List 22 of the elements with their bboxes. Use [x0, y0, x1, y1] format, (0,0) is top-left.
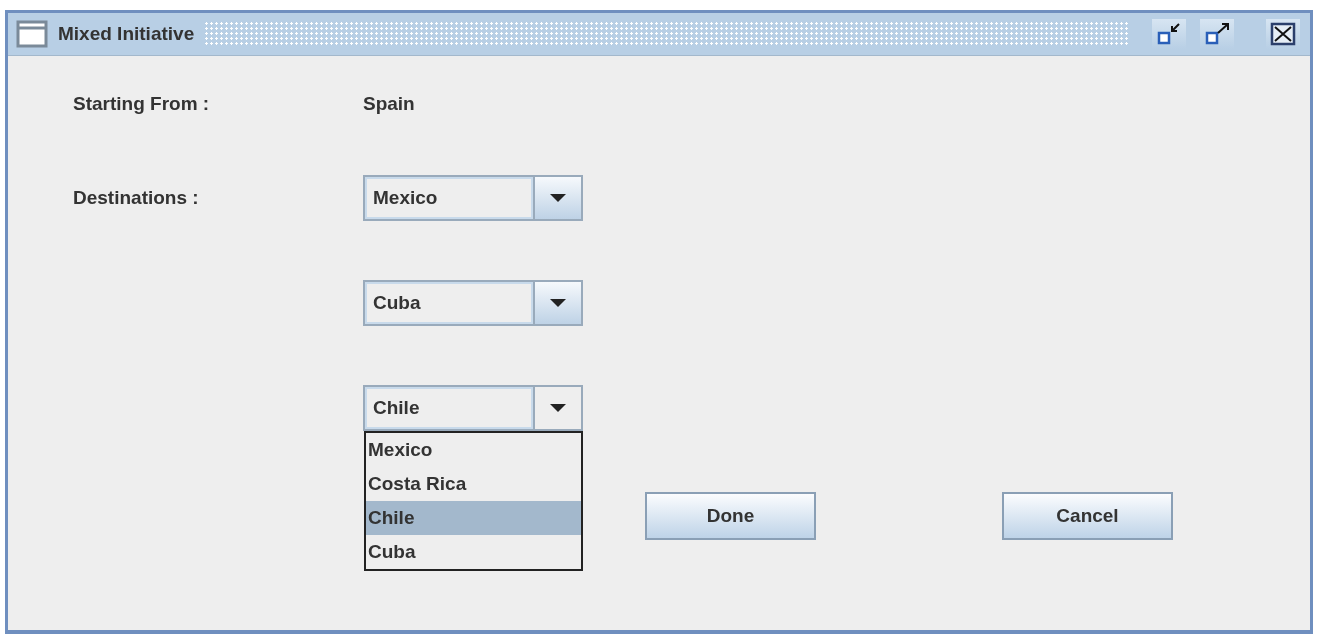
dropdown-option[interactable]: Costa Rica [366, 467, 581, 501]
caret-icon [548, 193, 568, 203]
minimize-button[interactable] [1152, 19, 1186, 49]
maximize-button[interactable] [1200, 19, 1234, 49]
field-label: Starting From : [73, 92, 210, 116]
field-label: Destinations : [73, 186, 199, 210]
done-button[interactable]: Done [645, 492, 816, 540]
dropdown[interactable]: Mexico [363, 175, 583, 221]
dropdown[interactable]: Chile [363, 385, 583, 431]
dropdown-option[interactable]: Cuba [366, 535, 581, 569]
dropdown-option[interactable]: Mexico [366, 433, 581, 467]
dropdown-arrow-button[interactable] [533, 177, 581, 219]
cancel-button[interactable]: Cancel [1002, 492, 1173, 540]
window-title: Mixed Initiative [58, 23, 195, 45]
dropdown-option[interactable]: Chile [366, 501, 581, 535]
close-button[interactable] [1266, 19, 1300, 49]
dropdown-arrow-button[interactable] [533, 282, 581, 324]
field-value: Spain [363, 92, 415, 116]
window-icon [16, 20, 48, 48]
caret-icon [548, 298, 568, 308]
dropdown[interactable]: Cuba [363, 280, 583, 326]
caret-icon [548, 403, 568, 413]
